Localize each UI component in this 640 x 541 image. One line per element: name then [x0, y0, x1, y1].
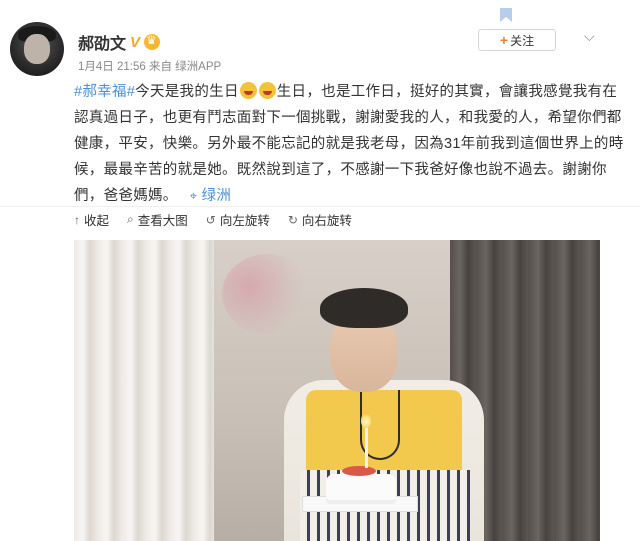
rotate-left-label: 向左旋转 — [219, 214, 270, 228]
laughing-emoji-icon — [239, 82, 257, 99]
image-toolbar: ↑ 收起 ⌕ 查看大图 ↺ 向左旋转 ↻ 向右旋转 — [74, 210, 370, 229]
post-text-part-2: 生日，也是工作日，挺好的其實，會讓我感覺我有在認真過日子，也更有鬥志面對下一個挑… — [74, 84, 624, 204]
chevron-down-icon[interactable]: ⌵ — [584, 28, 600, 44]
photo-white-curtain — [74, 240, 214, 541]
rotate-right-icon: ↻ — [287, 212, 298, 227]
avatar-face — [24, 34, 50, 64]
up-arrow-icon: ↑ — [74, 212, 80, 227]
photo-blossom-decoration — [222, 254, 312, 334]
location-label: 绿洲 — [201, 188, 232, 204]
collapse-button[interactable]: ↑ 收起 — [74, 210, 109, 229]
collapse-label: 收起 — [84, 214, 110, 228]
follow-label: 关注 — [510, 33, 535, 48]
photo-candle — [365, 424, 368, 468]
follow-button[interactable]: + 关注 — [478, 29, 556, 51]
post-text: #郝幸福#今天是我的生日 生日，也是工作日，挺好的其實，會讓我感覺我有在認真過日子… — [74, 79, 630, 209]
post-meta: 1月4日 21:56 来自 绿洲APP — [78, 61, 222, 73]
topic-link[interactable]: #郝幸福# — [74, 84, 135, 100]
author-row: 郝劭文 V — [78, 30, 161, 54]
post-text-part-1: 今天是我的生日 — [135, 84, 239, 100]
view-large-label: 查看大图 — [137, 214, 188, 228]
rotate-left-button[interactable]: ↺ 向左旋转 — [206, 210, 270, 229]
photo-person-hat — [320, 288, 408, 328]
author-name[interactable]: 郝劭文 — [78, 30, 126, 54]
location-link[interactable]: ⌖ 绿洲 — [190, 188, 232, 204]
verified-v-icon: V — [130, 33, 141, 51]
photo-candle-flame — [361, 412, 371, 428]
laughing-emoji-icon — [258, 82, 276, 99]
photo-birthday-cake — [326, 474, 396, 504]
magnifier-icon: ⌕ — [127, 212, 134, 226]
rotate-right-button[interactable]: ↻ 向右旋转 — [288, 210, 352, 229]
member-crown-icon — [144, 33, 161, 50]
location-pin-icon: ⌖ — [189, 188, 198, 203]
bookmark-icon[interactable] — [500, 8, 512, 22]
rotate-left-icon: ↺ — [205, 212, 216, 227]
view-large-button[interactable]: ⌕ 查看大图 — [127, 210, 188, 229]
photo-cake-topping — [342, 466, 376, 476]
weibo-post-card: 郝劭文 V 1月4日 21:56 来自 绿洲APP + 关注 ⌵ #郝幸福#今天… — [0, 0, 640, 541]
avatar[interactable] — [10, 22, 64, 76]
toolbar-divider — [0, 206, 640, 207]
rotate-right-label: 向右旋转 — [301, 214, 352, 228]
plus-icon: + — [499, 32, 509, 48]
post-photo[interactable] — [74, 240, 600, 541]
